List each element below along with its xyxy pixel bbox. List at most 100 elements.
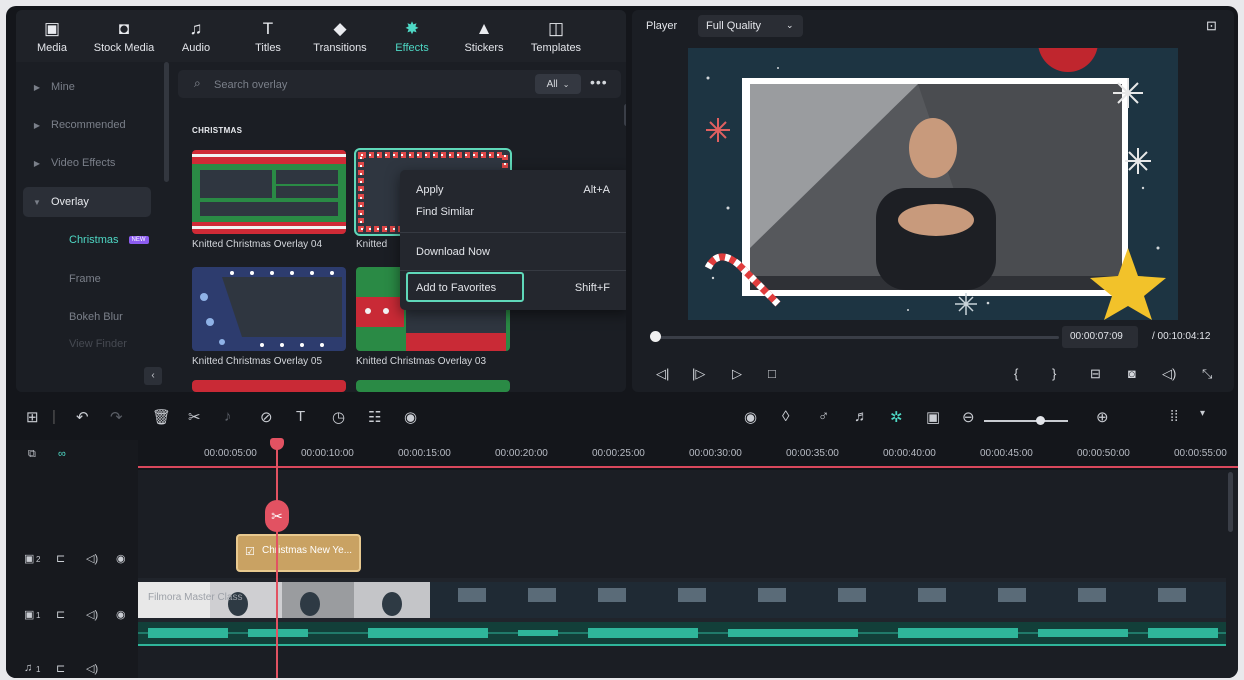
filter-dropdown[interactable]: All ⌄ <box>535 74 581 94</box>
sidebar-subitem-christmas[interactable]: Christmas NEW <box>23 225 151 255</box>
search-input[interactable] <box>212 74 516 96</box>
eye-icon[interactable]: ◉ <box>116 608 126 621</box>
chevron-down-icon: ⌄ <box>786 20 794 30</box>
sidebar-item-label: Frame <box>69 273 101 285</box>
folder-icon[interactable]: ⊏ <box>56 662 65 675</box>
sidebar-subitem-bokeh-blur[interactable]: Bokeh Blur <box>23 302 151 332</box>
sidebar-item-overlay[interactable]: ▼ Overlay <box>23 187 151 217</box>
adjust-icon[interactable]: ☷ <box>368 408 381 426</box>
sidebar-item-mine[interactable]: ▶ Mine <box>23 72 151 102</box>
video-clip-strip <box>138 582 1226 618</box>
zoom-out-icon[interactable]: ⊖ <box>962 408 975 426</box>
collapse-sidebar-button[interactable]: ‹ <box>144 367 162 385</box>
tab-stickers[interactable]: ▲ Stickers <box>448 10 520 62</box>
zoom-in-icon[interactable]: ⊕ <box>1096 408 1109 426</box>
mute-icon[interactable]: ◁) <box>86 552 98 565</box>
volume-icon[interactable]: ◁) <box>1162 366 1176 382</box>
marker-icon[interactable]: ◊ <box>782 408 789 425</box>
quality-dropdown[interactable]: Full Quality ⌄ <box>698 15 803 37</box>
category-sidebar: ▶ Mine ▶ Recommended ▶ Video Effects ▼ O… <box>16 62 171 392</box>
audio-split-icon[interactable]: ♪ <box>224 408 232 425</box>
play-icon[interactable]: ▷ <box>732 366 742 382</box>
mute-icon[interactable]: ◁) <box>86 608 98 621</box>
timeline-scrollbar[interactable] <box>1228 472 1233 532</box>
more-options-button[interactable]: ••• <box>590 74 608 90</box>
playhead[interactable] <box>276 440 278 678</box>
audio-waveform <box>138 622 1226 644</box>
add-track-icon[interactable]: ⧉ <box>28 448 36 461</box>
tab-templates[interactable]: ◫ Templates <box>520 10 592 62</box>
menu-item-download-now[interactable]: Download Now <box>416 246 490 258</box>
tab-stock-media[interactable]: ◘ Stock Media <box>88 10 160 62</box>
sidebar-item-video-effects[interactable]: ▶ Video Effects <box>23 148 151 178</box>
timeline-ruler[interactable]: 00:00:05:00 00:00:10:00 00:00:15:00 00:0… <box>138 440 1238 470</box>
tab-transitions[interactable]: ◆ Transitions <box>304 10 376 62</box>
layout-menu-icon[interactable]: ⁞⁞ <box>1170 408 1178 425</box>
sidebar-scrollbar[interactable] <box>164 62 169 182</box>
overlay-clip[interactable]: ☑ Christmas New Ye... <box>236 534 361 572</box>
folder-icon[interactable]: ⊏ <box>56 552 65 565</box>
ruler-baseline <box>138 466 1238 468</box>
next-frame-icon[interactable]: |▷ <box>692 366 705 382</box>
playback-scrubber[interactable] <box>650 331 661 342</box>
undo-icon[interactable]: ↶ <box>76 408 89 426</box>
overlay-thumbnail-partial[interactable] <box>356 380 510 392</box>
new-badge: NEW <box>128 236 149 244</box>
tab-audio[interactable]: ♫ Audio <box>160 10 232 62</box>
microphone-icon[interactable]: ♂ <box>818 408 829 425</box>
tab-templates-label: Templates <box>530 41 582 54</box>
disable-icon[interactable]: ⊘ <box>260 408 273 426</box>
stop-icon[interactable]: □ <box>768 366 776 381</box>
mark-in-icon[interactable]: { <box>1014 366 1018 381</box>
shortcut-apply: Alt+A <box>583 184 610 196</box>
library-scrollbar[interactable] <box>624 104 626 126</box>
menu-item-find-similar[interactable]: Find Similar <box>416 206 474 218</box>
chevron-down-icon[interactable]: ▾ <box>1200 408 1205 419</box>
split-scissors-icon[interactable]: ✂ <box>265 500 289 532</box>
cut-icon[interactable]: ✂ <box>188 408 201 426</box>
eye-icon[interactable]: ◉ <box>116 552 126 565</box>
ai-icon[interactable]: ✲ <box>890 408 903 426</box>
redo-icon[interactable]: ↷ <box>110 408 123 426</box>
transitions-icon: ◆ <box>333 18 347 38</box>
sidebar-subitem-frame[interactable]: Frame <box>23 264 151 294</box>
tab-effects[interactable]: ✸ Effects <box>376 10 448 62</box>
overlay-thumbnail-05[interactable] <box>192 267 346 351</box>
tab-titles[interactable]: T Titles <box>232 10 304 62</box>
overlay-thumbnail-partial[interactable] <box>192 380 346 392</box>
menu-item-apply[interactable]: Apply <box>416 184 444 196</box>
color-match-icon[interactable]: ◉ <box>404 408 417 426</box>
zoom-slider[interactable] <box>984 420 1068 422</box>
speed-icon[interactable]: ◷ <box>332 408 345 426</box>
zoom-slider-knob[interactable] <box>1036 416 1045 425</box>
tab-media[interactable]: ▣ Media <box>16 10 88 62</box>
sidebar-subitem-view-finder[interactable]: View Finder <box>23 336 151 352</box>
timeline-tracks[interactable]: Filmora Master Class <box>138 470 1238 678</box>
tab-stock-media-label: Stock Media <box>93 41 155 54</box>
prev-frame-icon[interactable]: ◁| <box>656 366 669 382</box>
delete-icon[interactable]: 🗑 <box>152 408 171 426</box>
text-icon[interactable]: T <box>296 408 305 425</box>
ruler-tick: 00:00:30:00 <box>689 448 742 459</box>
sidebar-item-label: Recommended <box>51 119 126 131</box>
menu-item-add-to-favorites[interactable]: Add to Favorites <box>416 282 496 294</box>
video-track-icon: ▣ <box>24 553 35 565</box>
overlay-thumbnail-04[interactable] <box>192 150 346 234</box>
current-time: 00:00:07:09 <box>1070 331 1123 342</box>
pip-icon[interactable]: ▣ <box>926 408 940 426</box>
layout-grid-icon[interactable]: ⊞ <box>26 408 39 426</box>
link-icon[interactable]: ∞ <box>58 448 66 460</box>
render-icon[interactable]: ◉ <box>744 408 757 426</box>
ruler-tick: 00:00:35:00 <box>786 448 839 459</box>
mark-out-icon[interactable]: } <box>1052 366 1056 381</box>
display-settings-icon[interactable]: ⊟ <box>1090 366 1101 382</box>
folder-icon[interactable]: ⊏ <box>56 608 65 621</box>
track-number: 1 <box>36 665 41 674</box>
audio-track-icon[interactable]: ♬ <box>854 408 869 425</box>
mute-icon[interactable]: ◁) <box>86 662 98 675</box>
snapshot-monitor-icon[interactable]: ⊡ <box>1206 18 1217 34</box>
camera-icon[interactable]: ◙ <box>1128 366 1136 381</box>
fullscreen-icon[interactable]: ⤡ <box>1202 366 1212 382</box>
sidebar-item-recommended[interactable]: ▶ Recommended <box>23 110 151 140</box>
playback-progress[interactable] <box>654 336 1059 339</box>
